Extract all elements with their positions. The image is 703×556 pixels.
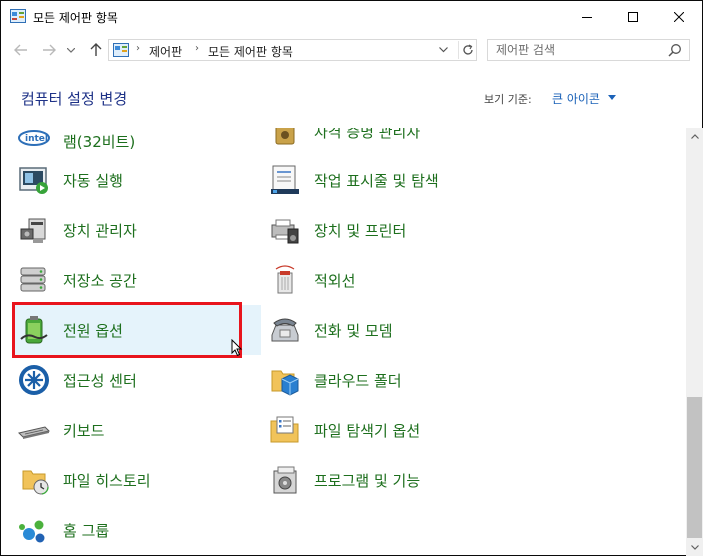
view-by-label: 보기 기준: bbox=[484, 93, 532, 106]
item-ease-of-access[interactable]: 접근성 센터 bbox=[17, 357, 257, 403]
item-label: 장치 및 프린터 bbox=[314, 221, 407, 240]
taskbar-icon bbox=[268, 163, 302, 197]
svg-text:intel: intel bbox=[25, 134, 48, 144]
maximize-button[interactable] bbox=[610, 1, 656, 33]
minimize-icon bbox=[582, 17, 592, 18]
item-label: 홈 그룹 bbox=[63, 521, 110, 540]
minimize-button[interactable] bbox=[564, 1, 610, 33]
device-manager-icon bbox=[17, 213, 51, 247]
chevron-down-icon bbox=[439, 47, 448, 53]
scrollbar-thumb[interactable] bbox=[687, 397, 702, 538]
page-heading: 컴퓨터 설정 변경 bbox=[21, 90, 128, 108]
item-storage-spaces[interactable]: 저장소 공간 bbox=[17, 257, 257, 303]
search-box[interactable] bbox=[487, 39, 690, 61]
infrared-icon bbox=[268, 263, 302, 297]
item-label: 파일 히스토리 bbox=[63, 471, 151, 490]
autoplay-icon bbox=[17, 163, 51, 197]
breadcrumb-control-panel[interactable]: 제어판 bbox=[149, 43, 182, 60]
close-button[interactable] bbox=[656, 1, 702, 33]
homegroup-icon bbox=[17, 513, 51, 547]
search-icon[interactable] bbox=[668, 43, 682, 57]
item-programs-features[interactable]: 프로그램 및 기능 bbox=[268, 457, 538, 503]
search-input[interactable] bbox=[496, 42, 656, 58]
item-homegroup[interactable]: 홈 그룹 bbox=[17, 507, 257, 553]
item-devices-printers[interactable]: 장치 및 프린터 bbox=[268, 207, 538, 253]
devices-printers-icon bbox=[268, 213, 302, 247]
forward-arrow-icon bbox=[43, 44, 56, 56]
item-credential-manager[interactable]: 자격 증명 관리자 bbox=[268, 128, 538, 154]
item-label: 저장소 공간 bbox=[63, 271, 137, 290]
control-panel-window: 모든 제어판 항목 › 제어판 › 모든 제어판 항목 제어판 검색 컴퓨터 설… bbox=[0, 0, 703, 556]
control-panel-icon bbox=[113, 43, 129, 57]
work-folders-icon bbox=[268, 363, 302, 397]
chevron-down-icon bbox=[690, 545, 699, 550]
item-file-explorer-options[interactable]: 파일 탐색기 옵션 bbox=[268, 407, 538, 453]
item-phone-modem[interactable]: 전화 및 모뎀 bbox=[268, 307, 538, 353]
intel-graphics-icon: intel bbox=[17, 128, 51, 158]
highlight-box bbox=[12, 302, 242, 358]
forward-button[interactable] bbox=[38, 39, 60, 61]
item-label: 파일 탐색기 옵션 bbox=[314, 421, 421, 440]
programs-features-icon bbox=[268, 463, 302, 497]
chevron-up-icon bbox=[690, 134, 699, 139]
keyboard-icon bbox=[17, 413, 51, 447]
up-arrow-icon bbox=[90, 43, 102, 56]
storage-spaces-icon bbox=[17, 263, 51, 297]
item-label: 장치 관리자 bbox=[63, 221, 137, 240]
view-by-chevron-icon[interactable] bbox=[608, 95, 616, 100]
recent-locations-button[interactable] bbox=[64, 39, 78, 61]
credential-manager-icon bbox=[268, 128, 302, 148]
address-bar[interactable]: › 제어판 › 모든 제어판 항목 bbox=[108, 39, 477, 61]
item-file-history[interactable]: 파일 히스토리 bbox=[17, 457, 257, 503]
refresh-icon bbox=[462, 44, 473, 55]
address-dropdown-button[interactable] bbox=[439, 43, 448, 56]
vertical-scrollbar[interactable] bbox=[686, 128, 703, 556]
item-label: 작업 표시줄 및 탐색 bbox=[314, 171, 439, 190]
file-explorer-options-icon bbox=[268, 413, 302, 447]
item-device-manager[interactable]: 장치 관리자 bbox=[17, 207, 257, 253]
breadcrumb-separator-icon[interactable]: › bbox=[195, 43, 199, 54]
phone-modem-icon bbox=[268, 313, 302, 347]
item-infrared[interactable]: 적외선 bbox=[268, 257, 538, 303]
item-label: 프로그램 및 기능 bbox=[314, 471, 421, 490]
back-button[interactable] bbox=[10, 39, 32, 61]
item-label: 자격 증명 관리자 bbox=[314, 128, 421, 141]
item-autoplay[interactable]: 자동 실행 bbox=[17, 157, 257, 203]
item-work-folders[interactable]: 클라우드 폴더 bbox=[268, 357, 538, 403]
scroll-up-button[interactable] bbox=[686, 128, 703, 145]
item-label: 자동 실행 bbox=[63, 171, 123, 190]
item-taskbar-navigation[interactable]: 작업 표시줄 및 탐색 bbox=[268, 157, 538, 203]
ease-of-access-icon bbox=[17, 363, 51, 397]
close-icon bbox=[674, 12, 684, 22]
back-arrow-icon bbox=[14, 44, 27, 56]
breadcrumb-separator-icon[interactable]: › bbox=[136, 43, 140, 54]
item-label: 접근성 센터 bbox=[63, 371, 137, 390]
title-bar[interactable]: 모든 제어판 항목 bbox=[1, 1, 702, 33]
item-label: 클라우드 폴더 bbox=[314, 371, 402, 390]
view-by-dropdown[interactable]: 큰 아이콘 bbox=[552, 90, 600, 107]
item-label: 전화 및 모뎀 bbox=[314, 321, 393, 340]
item-label: 적외선 bbox=[314, 271, 356, 290]
breadcrumb-all-items[interactable]: 모든 제어판 항목 bbox=[208, 43, 293, 60]
chevron-down-icon bbox=[67, 47, 75, 53]
item-label: 키보드 bbox=[63, 421, 105, 440]
maximize-icon bbox=[628, 12, 638, 22]
control-panel-app-icon bbox=[10, 9, 26, 23]
file-history-icon bbox=[17, 463, 51, 497]
item-label: 램(32비트) bbox=[63, 132, 136, 151]
mouse-cursor-icon bbox=[231, 339, 243, 357]
refresh-button[interactable] bbox=[458, 41, 476, 59]
up-button[interactable] bbox=[85, 39, 107, 61]
scroll-down-button[interactable] bbox=[686, 539, 703, 556]
item-keyboard[interactable]: 키보드 bbox=[17, 407, 257, 453]
window-title: 모든 제어판 항목 bbox=[33, 11, 118, 25]
